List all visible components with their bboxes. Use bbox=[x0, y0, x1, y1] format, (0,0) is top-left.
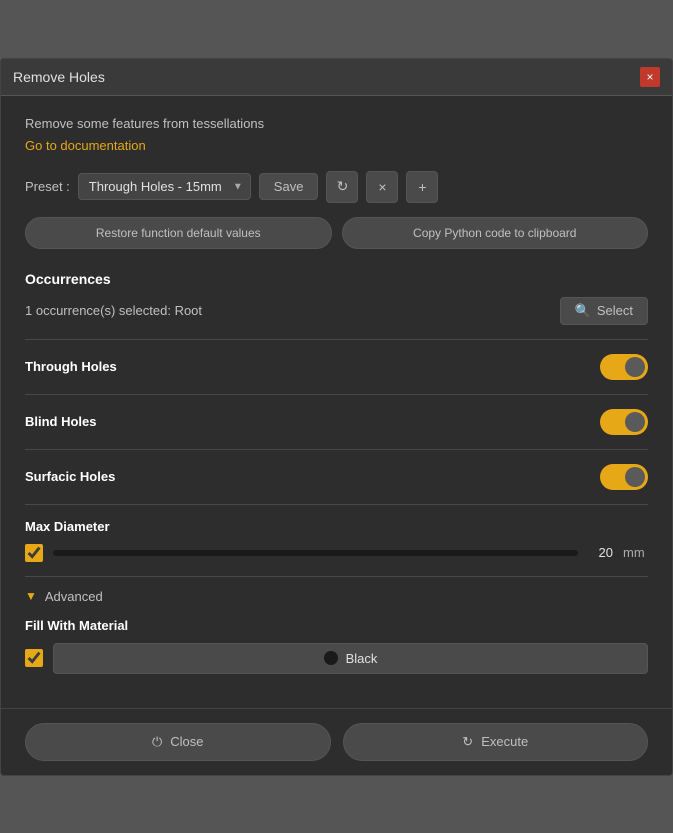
select-button[interactable]: 🔍 Select bbox=[560, 297, 648, 325]
max-diameter-unit: mm bbox=[623, 545, 648, 560]
max-diameter-title: Max Diameter bbox=[25, 519, 648, 534]
close-title-btn[interactable]: × bbox=[640, 67, 660, 87]
surfacic-holes-label: Surfacic Holes bbox=[25, 469, 115, 484]
add-preset-button[interactable]: + bbox=[406, 171, 438, 203]
select-label: Select bbox=[597, 303, 633, 318]
execute-button[interactable]: ↻ Execute bbox=[343, 723, 649, 761]
advanced-row[interactable]: ▼ Advanced bbox=[25, 577, 648, 614]
max-diameter-row: 20 mm bbox=[25, 544, 648, 562]
description-text: Remove some features from tessellations bbox=[25, 116, 648, 131]
preset-row: Preset : Through Holes - 15mm Save ↻ × + bbox=[25, 171, 648, 203]
blind-holes-label: Blind Holes bbox=[25, 414, 97, 429]
max-diameter-slider[interactable] bbox=[53, 550, 578, 556]
through-holes-toggle[interactable] bbox=[600, 354, 648, 380]
close-label: Close bbox=[170, 734, 203, 749]
material-color-dot bbox=[324, 651, 338, 665]
occurrence-row: 1 occurrence(s) selected: Root 🔍 Select bbox=[25, 297, 648, 325]
material-select-button[interactable]: Black bbox=[53, 643, 648, 674]
occurrence-text: 1 occurrence(s) selected: Root bbox=[25, 303, 202, 318]
power-icon: ⏻ bbox=[152, 734, 162, 750]
clear-preset-button[interactable]: × bbox=[366, 171, 398, 203]
remove-holes-dialog: Remove Holes × Remove some features from… bbox=[0, 58, 673, 776]
preset-label: Preset : bbox=[25, 179, 70, 194]
preset-wrapper: Through Holes - 15mm bbox=[78, 173, 251, 200]
save-button[interactable]: Save bbox=[259, 173, 319, 200]
max-diameter-checkbox[interactable] bbox=[25, 544, 43, 562]
through-holes-slider bbox=[600, 354, 648, 380]
max-diameter-section: Max Diameter 20 mm bbox=[25, 505, 648, 577]
blind-holes-toggle[interactable] bbox=[600, 409, 648, 435]
footer: ⏻ Close ↻ Execute bbox=[1, 708, 672, 775]
max-diameter-value: 20 bbox=[588, 545, 613, 560]
chevron-down-icon: ▼ bbox=[25, 589, 37, 603]
through-holes-row: Through Holes bbox=[25, 340, 648, 395]
material-label: Black bbox=[346, 651, 378, 666]
preset-select[interactable]: Through Holes - 15mm bbox=[78, 173, 251, 200]
fill-material-title: Fill With Material bbox=[25, 618, 648, 633]
copy-python-button[interactable]: Copy Python code to clipboard bbox=[342, 217, 649, 249]
dialog-content: Remove some features from tessellations … bbox=[1, 96, 672, 708]
through-holes-label: Through Holes bbox=[25, 359, 117, 374]
restore-defaults-button[interactable]: Restore function default values bbox=[25, 217, 332, 249]
fill-material-row: Black bbox=[25, 643, 648, 674]
surfacic-holes-row: Surfacic Holes bbox=[25, 450, 648, 505]
close-button[interactable]: ⏻ Close bbox=[25, 723, 331, 761]
blind-holes-row: Blind Holes bbox=[25, 395, 648, 450]
surfacic-holes-toggle[interactable] bbox=[600, 464, 648, 490]
refresh-preset-button[interactable]: ↻ bbox=[326, 171, 358, 203]
advanced-label: Advanced bbox=[45, 589, 103, 604]
occurrences-section-title: Occurrences bbox=[25, 271, 648, 287]
doc-link[interactable]: Go to documentation bbox=[25, 138, 146, 153]
execute-label: Execute bbox=[481, 734, 528, 749]
blind-holes-slider bbox=[600, 409, 648, 435]
search-icon: 🔍 bbox=[575, 303, 591, 319]
fill-material-section: Fill With Material Black bbox=[25, 614, 648, 688]
dialog-title: Remove Holes bbox=[13, 69, 105, 85]
action-row: Restore function default values Copy Pyt… bbox=[25, 217, 648, 249]
fill-material-checkbox[interactable] bbox=[25, 649, 43, 667]
title-bar: Remove Holes × bbox=[1, 59, 672, 96]
surfacic-holes-slider bbox=[600, 464, 648, 490]
refresh-icon: ↻ bbox=[462, 734, 473, 750]
